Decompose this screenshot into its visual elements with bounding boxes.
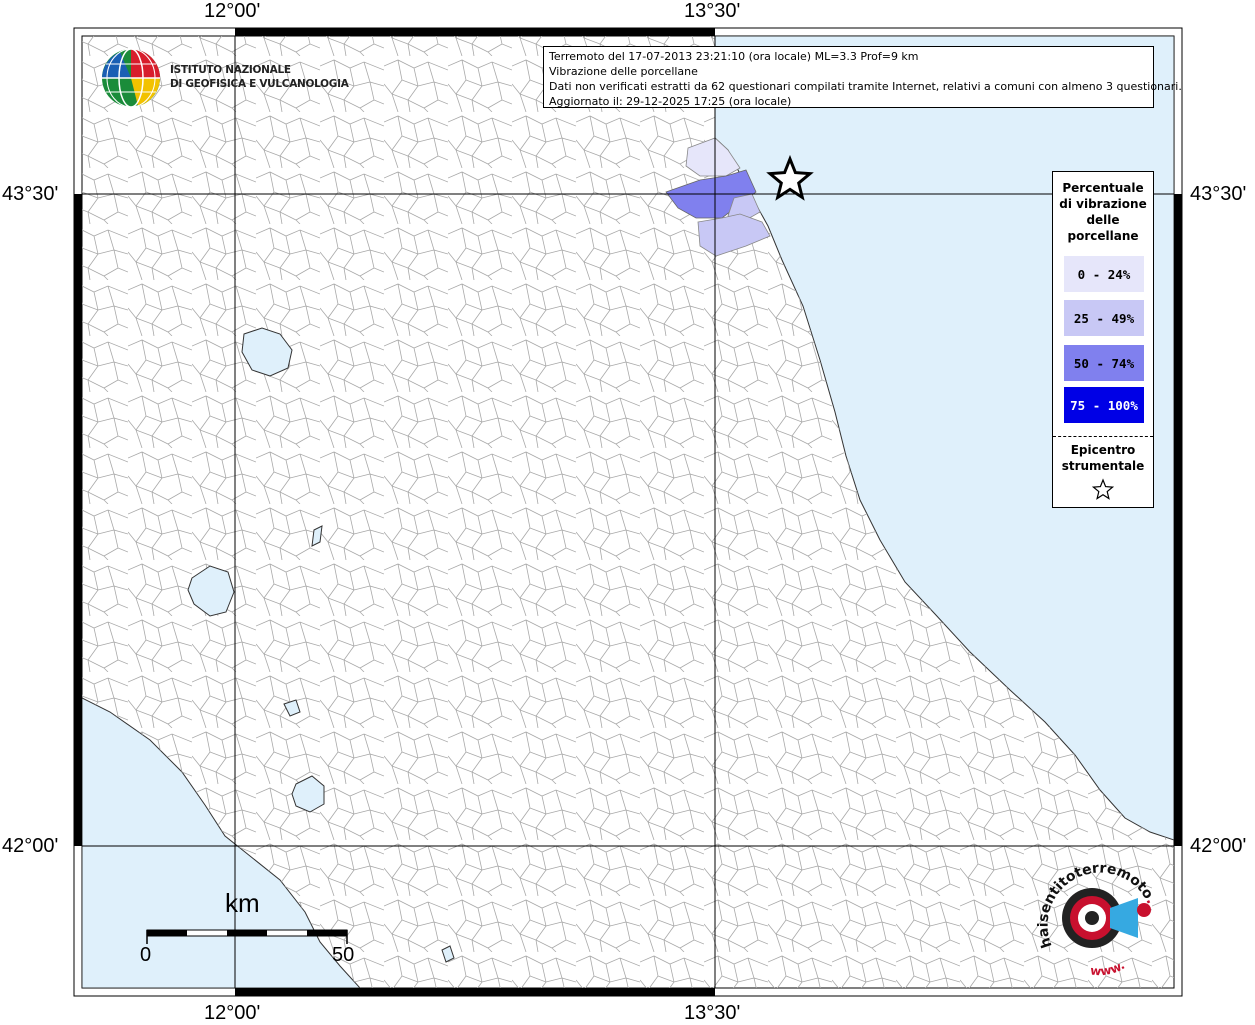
event-info-box: Terremoto del 17-07-2013 23:21:10 (ora l… (543, 46, 1182, 108)
update-timestamp: Aggiornato il: 29-12-2025 17:25 (ora loc… (549, 95, 792, 108)
ingv-logo-line2: DI GEOFISICA E VULCANOLOGIA (170, 78, 349, 90)
scale-unit: km (225, 888, 260, 918)
ingv-logo-line1: ISTITUTO NAZIONALE (170, 64, 291, 76)
coord-left-upper: 43°30' (2, 183, 59, 205)
data-note: Dati non verificati estratti da 62 quest… (549, 80, 1182, 93)
legend-title-line: porcellane (1067, 229, 1139, 243)
legend-epicenter-line: strumentale (1061, 459, 1145, 473)
legend-title: Percentuale di vibrazione delle porcella… (1053, 180, 1153, 244)
coord-top-left: 12°00' (204, 0, 261, 22)
haisentito-target-icon: haisentitoterremoto.it www. (1027, 852, 1160, 978)
ingv-logo: ISTITUTO NAZIONALE DI GEOFISICA E VULCAN… (100, 46, 349, 110)
event-title: Terremoto del 17-07-2013 23:21:10 (ora l… (549, 50, 919, 63)
legend-title-line: di vibrazione (1059, 197, 1147, 211)
svg-text:www.: www. (1090, 958, 1127, 978)
coord-bottom-right: 13°30' (684, 1002, 741, 1024)
legend-class-75-100: 75 - 100% (1064, 387, 1144, 423)
coord-right-upper: 43°30' (1190, 183, 1247, 205)
scale-max: 50 (332, 944, 355, 966)
coord-bottom-left: 12°00' (204, 1002, 261, 1024)
coord-left-lower: 42°00' (2, 835, 59, 857)
legend: Percentuale di vibrazione delle porcella… (1052, 171, 1154, 508)
map-subject: Vibrazione delle porcellane (549, 65, 698, 78)
www-text: www. (1090, 958, 1127, 978)
legend-title-line: Percentuale (1062, 181, 1144, 195)
coord-top-right: 13°30' (684, 0, 741, 22)
legend-epicenter-line: Epicentro (1070, 443, 1136, 457)
scale-min: 0 (140, 944, 152, 966)
haisentito-logo: haisentitoterremoto.it www. (1027, 852, 1170, 984)
legend-star-icon (1091, 478, 1115, 500)
legend-separator (1053, 436, 1153, 437)
legend-epicenter-label: Epicentro strumentale (1053, 442, 1153, 474)
legend-class-50-74: 50 - 74% (1064, 345, 1144, 381)
ingv-globe-icon (102, 48, 160, 108)
scale-bar: km 0 50 (130, 888, 370, 978)
legend-class-25-49: 25 - 49% (1064, 300, 1144, 336)
legend-title-line: delle (1086, 213, 1120, 227)
legend-class-0-24: 0 - 24% (1064, 256, 1144, 292)
coord-right-lower: 42°00' (1190, 835, 1247, 857)
